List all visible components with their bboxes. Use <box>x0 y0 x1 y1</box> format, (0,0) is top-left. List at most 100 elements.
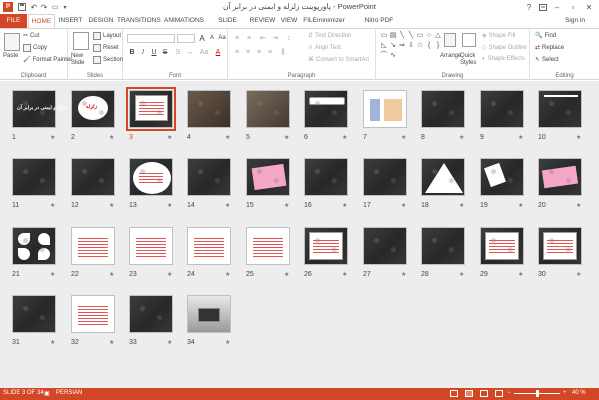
zoom-level[interactable]: 40 % <box>572 390 586 396</box>
animation-star-icon[interactable]: ★ <box>459 271 464 278</box>
animation-star-icon[interactable]: ★ <box>342 202 347 209</box>
font-color-icon[interactable]: A <box>213 48 223 57</box>
animation-star-icon[interactable]: ★ <box>576 202 581 209</box>
font-size-box[interactable] <box>177 34 195 43</box>
tab-animations[interactable]: ANIMATIONS <box>162 14 206 28</box>
slide-thumbnail[interactable] <box>480 90 524 128</box>
grow-font-button[interactable]: A <box>197 34 207 43</box>
italic-button[interactable]: I <box>138 48 148 57</box>
slide-thumbnail[interactable] <box>187 158 231 196</box>
tab-design[interactable]: DESIGN <box>87 14 115 28</box>
text-shadow-icon[interactable]: S <box>173 48 183 57</box>
slide-thumbnail[interactable] <box>363 90 407 128</box>
zoom-in-button[interactable]: + <box>563 390 567 396</box>
shape-triangle-icon[interactable]: ◺ <box>380 42 388 50</box>
increase-indent-icon[interactable]: ⇥ <box>270 34 280 43</box>
shape-textbox-icon[interactable]: ▤ <box>389 32 397 40</box>
animation-star-icon[interactable]: ★ <box>50 339 55 346</box>
decrease-indent-icon[interactable]: ⇤ <box>258 34 268 43</box>
align-center-icon[interactable]: ≡ <box>243 48 253 57</box>
slide-sorter-view-icon[interactable] <box>465 390 473 397</box>
underline-button[interactable]: U <box>149 48 159 57</box>
line-spacing-icon[interactable]: ↕ <box>284 34 294 43</box>
animation-star-icon[interactable]: ★ <box>167 134 172 141</box>
slide-thumbnail[interactable] <box>421 158 465 196</box>
section-button[interactable]: Section <box>93 56 123 64</box>
tab-nitro-pdf[interactable]: Nitro PDF Professional <box>348 14 410 38</box>
animation-star-icon[interactable]: ★ <box>50 134 55 141</box>
text-direction-button[interactable]: ⇵ Text Direction <box>308 32 351 40</box>
animation-star-icon[interactable]: ★ <box>167 202 172 209</box>
slide-thumbnail[interactable] <box>246 158 290 196</box>
shape-triangle-icon[interactable]: △ <box>434 32 442 40</box>
shape-star-icon[interactable]: ☆ <box>416 42 424 50</box>
change-case-icon[interactable]: Aa <box>199 48 209 57</box>
align-right-icon[interactable]: ≡ <box>254 48 264 57</box>
new-slide-button[interactable]: New Slide <box>71 53 93 67</box>
animation-star-icon[interactable]: ★ <box>109 271 114 278</box>
shape-outline-button[interactable]: ◇ Shape Outline <box>482 44 527 52</box>
close-icon[interactable]: ✕ <box>579 0 599 14</box>
align-left-icon[interactable]: ≡ <box>232 48 242 57</box>
cut-button[interactable]: ✂ Cut <box>23 32 39 40</box>
numbering-icon[interactable]: ≡ <box>244 34 254 43</box>
new-slide-icon[interactable] <box>73 32 89 50</box>
language-indicator[interactable]: PERSIAN <box>56 390 82 396</box>
animation-star-icon[interactable]: ★ <box>225 339 230 346</box>
format-painter-button[interactable]: 🖌 Format Painter <box>23 56 72 64</box>
shape-line-icon[interactable]: ╲ <box>398 32 406 40</box>
arrange-button[interactable]: Arrange <box>440 53 461 59</box>
paste-icon[interactable] <box>4 33 20 51</box>
animation-star-icon[interactable]: ★ <box>109 339 114 346</box>
slide-thumbnail[interactable] <box>538 90 582 128</box>
columns-icon[interactable]: ⫼ <box>278 48 288 57</box>
shape-curve-icon[interactable]: ∿ <box>389 52 397 60</box>
tab-review[interactable]: REVIEW <box>249 14 276 28</box>
bullets-icon[interactable]: ≡ <box>232 34 242 43</box>
slide-thumbnail[interactable] <box>129 158 173 196</box>
slide-thumbnail[interactable] <box>304 227 348 265</box>
shrink-font-button[interactable]: A <box>207 34 217 43</box>
shape-effects-button[interactable]: ◐ Shape Effects <box>482 56 525 62</box>
animation-star-icon[interactable]: ★ <box>284 202 289 209</box>
animation-star-icon[interactable]: ★ <box>576 271 581 278</box>
slide-thumbnail[interactable] <box>538 227 582 265</box>
slide-thumbnail-selected[interactable] <box>126 87 176 131</box>
slide-thumbnail[interactable] <box>421 90 465 128</box>
slide-counter[interactable]: SLIDE 3 OF 34 <box>3 390 44 396</box>
tab-transitions[interactable]: TRANSITIONS <box>117 14 161 28</box>
slide-thumbnail[interactable] <box>12 227 56 265</box>
slide-thumbnail[interactable] <box>187 227 231 265</box>
slide-thumbnail[interactable] <box>71 295 115 333</box>
slide-thumbnail[interactable] <box>71 227 115 265</box>
slide-thumbnail[interactable] <box>187 295 231 333</box>
sign-in-link[interactable]: Sign in <box>560 14 590 28</box>
slide-thumbnail[interactable] <box>129 227 173 265</box>
shape-brace-icon[interactable]: { <box>425 42 433 50</box>
animation-star-icon[interactable]: ★ <box>225 134 230 141</box>
select-button[interactable]: ↖ Select <box>535 56 559 64</box>
slide-thumbnail[interactable]: زلزله و ایمنی در برابر آن <box>12 90 68 128</box>
slide-thumbnail[interactable] <box>246 227 290 265</box>
animation-star-icon[interactable]: ★ <box>342 134 347 141</box>
slide-thumbnail[interactable] <box>363 227 407 265</box>
font-name-box[interactable] <box>127 34 175 43</box>
animation-star-icon[interactable]: ★ <box>576 134 581 141</box>
animation-star-icon[interactable]: ★ <box>167 339 172 346</box>
align-text-button[interactable]: ⇳ Align Text <box>308 44 341 52</box>
animation-star-icon[interactable]: ★ <box>401 271 406 278</box>
animation-star-icon[interactable]: ★ <box>342 271 347 278</box>
slide-thumbnail[interactable] <box>12 295 56 333</box>
shape-fill-button[interactable]: ◈ Shape Fill <box>482 32 515 40</box>
slide-thumbnail[interactable] <box>304 158 348 196</box>
convert-smartart-button[interactable]: ⌘ Convert to SmartArt <box>308 56 369 64</box>
slide-thumbnail[interactable] <box>480 158 524 196</box>
slide-sorter-view[interactable]: زلزله و ایمنی در برابر آن زلزله 1 ★ 2 ★ … <box>0 81 599 388</box>
bold-button[interactable]: B <box>127 48 137 57</box>
slide-thumbnail[interactable]: زلزله <box>71 90 115 128</box>
animation-star-icon[interactable]: ★ <box>109 134 114 141</box>
tab-slide-show[interactable]: SLIDE SHOW <box>208 14 247 38</box>
animation-star-icon[interactable]: ★ <box>459 134 464 141</box>
shape-arrow-icon[interactable]: ⇒ <box>398 42 406 50</box>
animation-star-icon[interactable]: ★ <box>459 202 464 209</box>
